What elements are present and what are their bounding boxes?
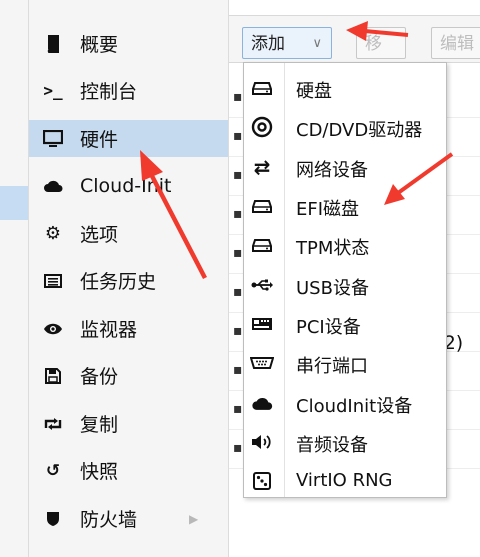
menu-item-label: 网络设备 bbox=[296, 160, 368, 181]
add-button[interactable]: 添加 ∨ bbox=[242, 27, 332, 59]
sidebar-item-firewall[interactable]: 防火墙 ▶ bbox=[29, 500, 228, 537]
menu-item-efi-disk[interactable]: EFI磁盘 bbox=[244, 187, 446, 226]
hdd-icon bbox=[250, 195, 274, 217]
cdrom-icon bbox=[250, 116, 274, 138]
row-icon-partial: ▪ bbox=[233, 89, 243, 105]
sidebar-item-label: 选项 bbox=[80, 224, 119, 246]
sidebar-item-label: 硬件 bbox=[80, 129, 119, 151]
sidebar-item-console[interactable]: >_ 控制台 bbox=[29, 72, 228, 109]
chevron-down-icon: ∨ bbox=[312, 36, 322, 51]
menu-item-pci-device[interactable]: PCI设备 bbox=[244, 305, 446, 344]
list-icon bbox=[42, 270, 64, 292]
menu-item-audio-device[interactable]: 音频设备 bbox=[244, 423, 446, 462]
sidebar-item-label: 快照 bbox=[80, 461, 119, 483]
menu-item-label: 串行端口 bbox=[296, 356, 368, 377]
menu-item-label: EFI磁盘 bbox=[296, 199, 360, 220]
menu-item-label: 音频设备 bbox=[296, 435, 368, 456]
usb-icon bbox=[250, 274, 274, 296]
row-icon-partial: ▪ bbox=[233, 401, 243, 417]
menu-item-label: PCI设备 bbox=[296, 317, 361, 338]
menu-item-label: CloudInit设备 bbox=[296, 396, 413, 417]
add-hardware-menu: 硬盘 CD/DVD驱动器 ⇄ 网络设备 EFI磁盘 TPM状态 USB设备 PC… bbox=[243, 62, 447, 498]
menu-item-label: TPM状态 bbox=[296, 238, 370, 259]
sidebar-item-label: 防火墙 bbox=[80, 509, 138, 531]
shield-icon bbox=[42, 508, 64, 530]
add-button-label: 添加 bbox=[251, 34, 285, 54]
sidebar-item-snapshots[interactable]: ↺ 快照 bbox=[29, 452, 228, 489]
gear-icon: ⚙ bbox=[44, 223, 62, 244]
sidebar-item-cloud-init[interactable]: Cloud-Init bbox=[29, 167, 228, 204]
menu-item-cd-dvd-drive[interactable]: CD/DVD驱动器 bbox=[244, 108, 446, 147]
menu-item-cloudinit-device[interactable]: CloudInit设备 bbox=[244, 384, 446, 423]
menu-item-virtio-rng[interactable]: VirtIO RNG bbox=[244, 462, 446, 501]
row-icon-partial: ▪ bbox=[233, 362, 243, 378]
menu-item-network-device[interactable]: ⇄ 网络设备 bbox=[244, 148, 446, 187]
pci-card-icon bbox=[250, 313, 274, 335]
sidebar-item-monitor[interactable]: 监视器 bbox=[29, 310, 228, 347]
hdd-icon bbox=[250, 234, 274, 256]
row-icon-partial: ▪ bbox=[233, 284, 243, 300]
floppy-icon bbox=[42, 365, 64, 387]
eye-icon bbox=[42, 318, 64, 340]
sidebar-item-label: 备份 bbox=[80, 366, 119, 388]
row-icon-partial: ▪ bbox=[233, 206, 243, 222]
left-panel-selected-row[interactable] bbox=[0, 186, 28, 220]
hardware-toolbar: 添加 ∨ 移除 编辑 bbox=[229, 15, 480, 86]
edit-button-label: 编辑 bbox=[440, 34, 474, 54]
serial-port-icon bbox=[250, 352, 274, 374]
cloud-icon bbox=[42, 175, 64, 197]
terminal-icon: >_ bbox=[43, 81, 63, 100]
volume-icon bbox=[250, 431, 274, 453]
menu-item-hard-disk[interactable]: 硬盘 bbox=[244, 69, 446, 108]
dice-icon bbox=[250, 470, 274, 492]
sidebar-item-label: 复制 bbox=[80, 414, 119, 436]
cloud-icon bbox=[250, 392, 274, 414]
submenu-arrow-icon: ▶ bbox=[189, 511, 199, 526]
sidebar-item-label: 概要 bbox=[80, 34, 119, 56]
left-panel-strip bbox=[0, 0, 29, 557]
row-icon-partial: ▪ bbox=[233, 440, 243, 456]
menu-item-label: VirtIO RNG bbox=[296, 470, 393, 491]
sidebar-item-summary[interactable]: 概要 bbox=[29, 25, 228, 62]
menu-item-label: USB设备 bbox=[296, 278, 369, 299]
monitor-icon bbox=[42, 128, 64, 150]
hdd-icon bbox=[250, 77, 274, 99]
sidebar-item-label: 任务历史 bbox=[80, 271, 157, 293]
menu-item-serial-port[interactable]: 串行端口 bbox=[244, 344, 446, 383]
history-icon: ↺ bbox=[45, 460, 61, 481]
sidebar-item-label: 控制台 bbox=[80, 81, 138, 103]
menu-item-label: 硬盘 bbox=[296, 81, 332, 102]
sidebar-item-label: Cloud-Init bbox=[80, 174, 172, 197]
sidebar-item-options[interactable]: ⚙ 选项 bbox=[29, 215, 228, 252]
sidebar-item-backup[interactable]: 备份 bbox=[29, 357, 228, 394]
retweet-icon bbox=[42, 413, 64, 435]
book-icon bbox=[42, 33, 64, 55]
network-exchange-icon: ⇄ bbox=[253, 155, 271, 179]
row-icon-partial: ▪ bbox=[233, 323, 243, 339]
menu-item-label: CD/DVD驱动器 bbox=[296, 120, 423, 141]
row-icon-partial: ▪ bbox=[233, 128, 243, 144]
vm-nav-sidebar: 概要 >_ 控制台 硬件 Cloud-Init ⚙ 选项 任务历史 监视器 备份… bbox=[29, 0, 229, 557]
sidebar-item-replication[interactable]: 复制 bbox=[29, 405, 228, 442]
row-icon-partial: ▪ bbox=[233, 245, 243, 261]
menu-item-tpm-state[interactable]: TPM状态 bbox=[244, 226, 446, 265]
menu-item-usb-device[interactable]: USB设备 bbox=[244, 266, 446, 305]
sidebar-item-task-history[interactable]: 任务历史 bbox=[29, 262, 228, 299]
remove-button[interactable]: 移除 bbox=[356, 27, 406, 86]
edit-button[interactable]: 编辑 bbox=[431, 27, 480, 59]
sidebar-item-hardware[interactable]: 硬件 bbox=[29, 120, 228, 157]
row-icon-partial: ▪ bbox=[233, 167, 243, 183]
sidebar-item-label: 监视器 bbox=[80, 319, 138, 341]
